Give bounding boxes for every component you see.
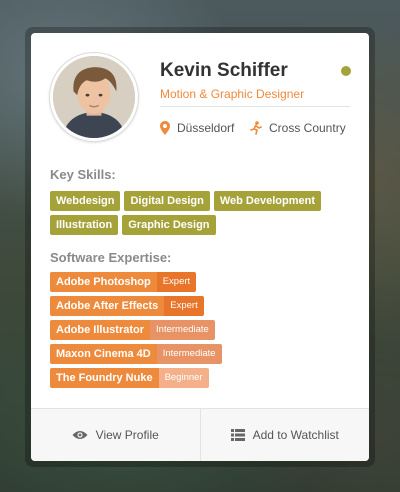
view-profile-button[interactable]: View Profile [31,409,200,461]
card-actions: View Profile Add to Watchlist [31,408,369,461]
software-name: The Foundry Nuke [50,368,159,388]
software-row[interactable]: Adobe After Effects Expert [50,296,222,316]
software-name: Adobe Illustrator [50,320,151,340]
header-divider [160,106,350,107]
skill-tag[interactable]: Web Development [213,191,321,211]
skills-list: Webdesign Digital Design Web Development Il… [50,191,355,235]
software-level-badge: Intermediate [150,320,215,340]
skill-tag[interactable]: Webdesign [50,191,121,211]
skill-tag[interactable]: Illustration [50,215,119,235]
profile-card: Kevin Schiffer Motion & Graphic Designer… [31,33,369,461]
software-row[interactable]: Maxon Cinema 4D Intermediate [50,344,222,364]
view-profile-label: View Profile [95,428,159,442]
software-name: Adobe After Effects [50,296,165,316]
runner-icon [250,121,262,135]
avatar[interactable] [50,53,138,141]
software-row[interactable]: Adobe Photoshop Expert [50,272,222,292]
software-row[interactable]: Adobe Illustrator Intermediate [50,320,222,340]
skill-tag[interactable]: Digital Design [124,191,210,211]
software-level-badge: Expert [164,296,204,316]
software-level-badge: Beginner [158,368,209,388]
add-to-watchlist-button[interactable]: Add to Watchlist [199,409,370,461]
software-name: Maxon Cinema 4D [50,344,157,364]
software-list: Adobe Photoshop Expert Adobe After Effects… [50,272,222,392]
location-label: Düsseldorf [177,121,235,135]
sport-label: Cross Country [269,121,346,135]
key-skills-title: Key Skills: [50,167,116,182]
profile-role: Motion & Graphic Designer [160,87,305,101]
sport-info: Cross Country [250,121,346,135]
eye-icon [72,431,88,439]
software-row[interactable]: The Foundry Nuke Beginner [50,368,222,388]
online-status-dot [341,66,351,76]
software-expertise-title: Software Expertise: [50,250,172,265]
skill-tag[interactable]: Graphic Design [122,215,216,235]
list-grid-icon [230,429,245,441]
software-level-badge: Expert [156,272,197,292]
map-pin-icon [160,121,170,135]
add-to-watchlist-label: Add to Watchlist [252,428,339,442]
avatar-portrait [53,56,135,138]
profile-name: Kevin Schiffer [160,60,288,81]
location-info: Düsseldorf [160,121,234,135]
software-level-badge: Intermediate [156,344,222,364]
software-name: Adobe Photoshop [50,272,157,292]
